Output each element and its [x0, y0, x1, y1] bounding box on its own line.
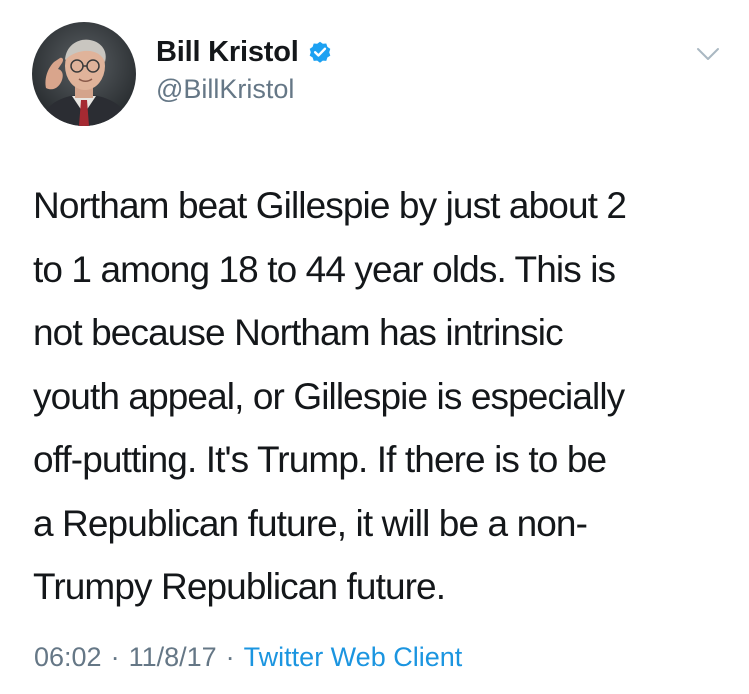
- tweet-meta: 06:02 · 11/8/17 · Twitter Web Client: [34, 642, 462, 673]
- tweet-text: Northam beat Gillespie by just about 2 t…: [33, 185, 627, 607]
- meta-separator: ·: [225, 642, 235, 672]
- verified-badge-icon: [307, 39, 333, 65]
- tweet-client-link[interactable]: Twitter Web Client: [244, 642, 463, 673]
- handle[interactable]: @BillKristol: [156, 74, 333, 105]
- chevron-down-icon[interactable]: [694, 44, 722, 64]
- meta-separator: ·: [110, 642, 120, 672]
- avatar[interactable]: [32, 22, 136, 126]
- display-name[interactable]: Bill Kristol: [156, 36, 299, 69]
- tweet-date[interactable]: 11/8/17: [129, 642, 217, 673]
- tweet: Bill Kristol @BillKristol Northam beat G…: [0, 0, 749, 694]
- avatar-image: [32, 22, 136, 126]
- author-block: Bill Kristol @BillKristol: [156, 34, 333, 105]
- name-row: Bill Kristol: [156, 34, 333, 70]
- tweet-time[interactable]: 06:02: [34, 642, 102, 673]
